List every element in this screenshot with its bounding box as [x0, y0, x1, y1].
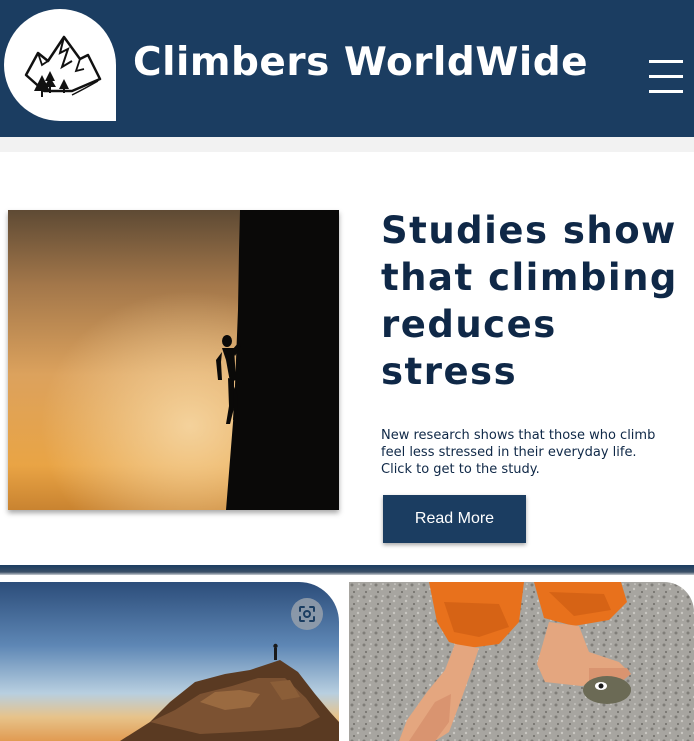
article-summary: New research shows that those who climb … [381, 428, 656, 477]
read-more-button[interactable]: Read More [383, 495, 526, 543]
summit-rock-image [0, 582, 339, 741]
brand-title[interactable]: Climbers WorldWide [133, 40, 588, 85]
summit-photo-card[interactable] [0, 582, 339, 741]
section-divider [0, 565, 694, 575]
site-header: Climbers WorldWide [0, 0, 694, 137]
climber-silhouette-image [8, 210, 339, 510]
hamburger-menu-icon[interactable] [649, 60, 683, 96]
header-spacer [0, 137, 694, 152]
barefoot-photo-card[interactable] [349, 582, 694, 741]
visual-search-icon [299, 606, 315, 622]
featured-article: Studies show that climbing reduces stres… [0, 152, 694, 565]
visual-search-button[interactable] [291, 598, 323, 630]
mountain-trees-icon [24, 35, 102, 97]
site-logo[interactable] [4, 9, 116, 121]
article-headline: Studies show that climbing reduces stres… [381, 209, 678, 393]
barefoot-climber-image [349, 582, 694, 741]
